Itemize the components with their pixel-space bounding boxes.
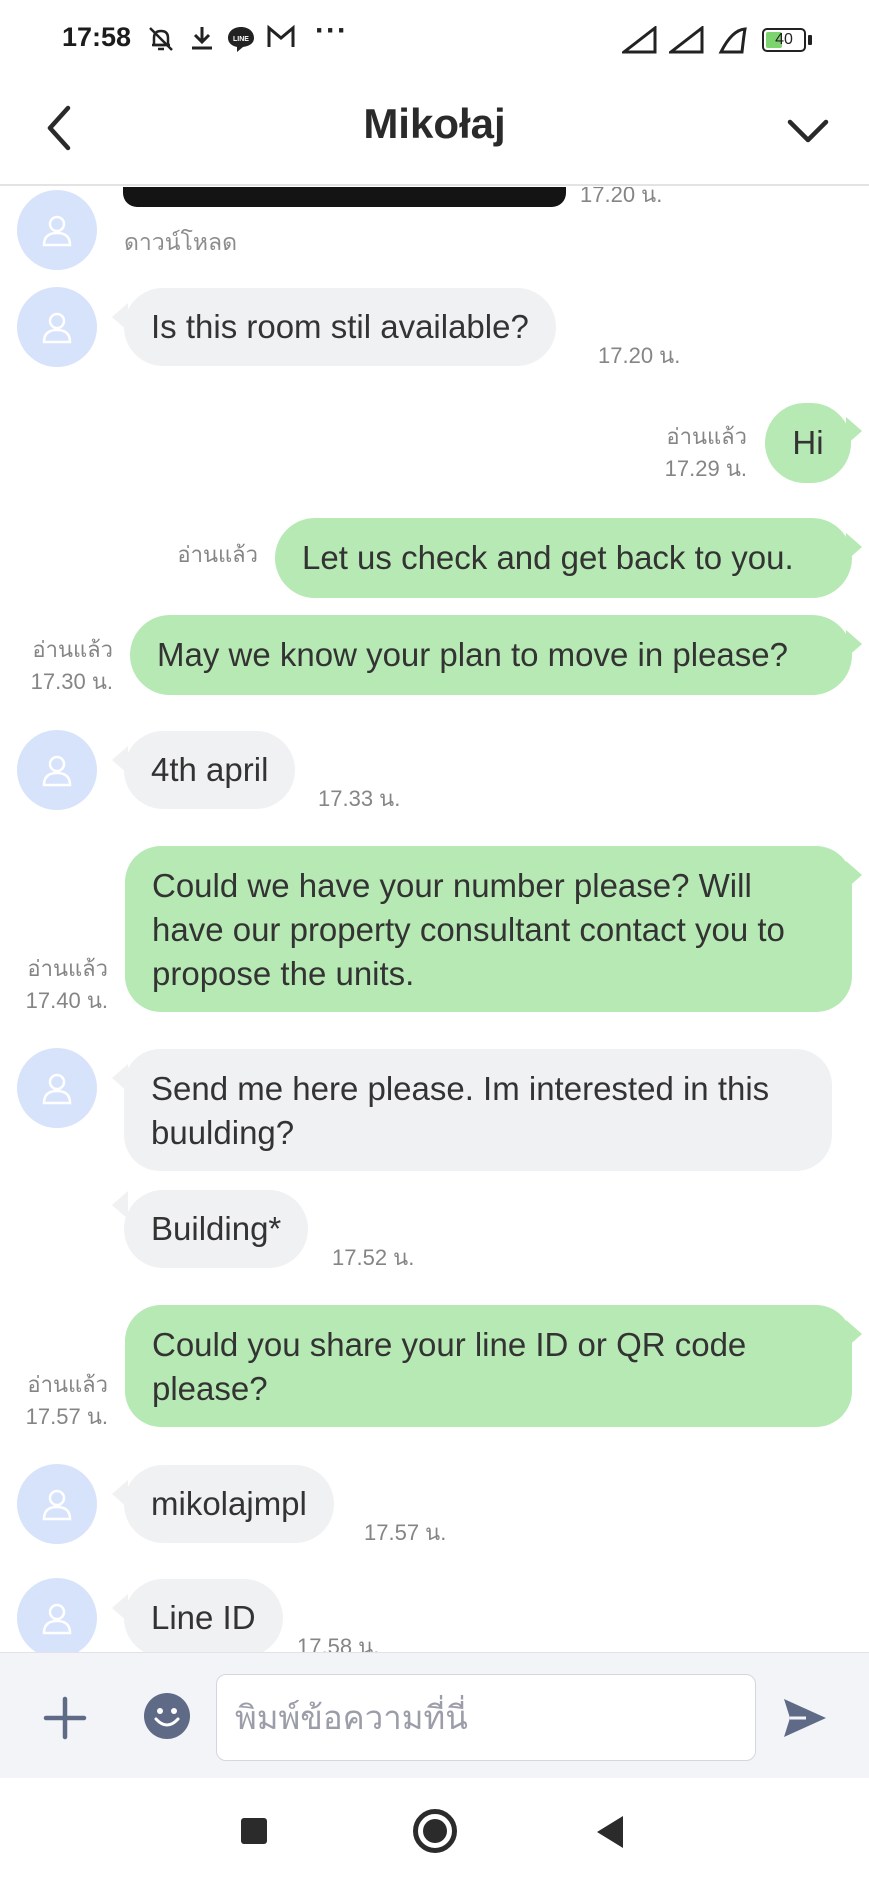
message-time: 17.57 น.: [364, 1520, 447, 1545]
system-nav-bar: [0, 1778, 869, 1883]
message-time: 17.58 น.: [297, 1634, 380, 1652]
message-time: 17.40 น.: [25, 988, 108, 1013]
gmail-icon: [267, 24, 295, 47]
message-time: 17.33 น.: [318, 786, 401, 811]
home-circle-icon[interactable]: [413, 1809, 457, 1853]
battery-level: 40: [775, 31, 793, 48]
avatar[interactable]: [17, 1464, 97, 1544]
user-icon: [42, 215, 72, 247]
message-time: 17.30 น.: [30, 669, 113, 694]
svg-text:LINE: LINE: [233, 36, 249, 43]
bubble-tail: [846, 1320, 862, 1348]
chat-messages[interactable]: 17.20 น. ดาวน์โหลด Is this room stil ava…: [0, 187, 869, 1652]
incoming-message[interactable]: Building*: [124, 1190, 309, 1268]
contact-name: Mikołaj: [363, 100, 506, 147]
bell-off-icon: [149, 27, 173, 51]
avatar[interactable]: [17, 730, 97, 810]
user-icon: [42, 312, 72, 344]
more-notifications-icon: ···: [315, 14, 348, 47]
user-icon: [42, 1073, 72, 1105]
read-receipt: อ่านแล้ว: [32, 637, 113, 662]
incoming-message[interactable]: Is this room stil available?: [124, 288, 556, 366]
chevron-down-icon[interactable]: [780, 106, 836, 156]
message-time: 17.57 น.: [25, 1404, 108, 1429]
download-link[interactable]: ดาวน์โหลด: [124, 225, 237, 261]
send-icon[interactable]: [780, 1695, 830, 1741]
download-icon: [192, 27, 212, 50]
incoming-message[interactable]: Line ID: [124, 1579, 283, 1652]
battery-tip: [808, 35, 812, 45]
signal-1-icon: [622, 26, 657, 54]
read-receipt: อ่านแล้ว: [177, 542, 258, 567]
message-time: 17.20 น.: [580, 187, 663, 207]
plus-icon[interactable]: [40, 1693, 90, 1743]
outgoing-message[interactable]: Could we have your number please? Will h…: [125, 846, 852, 1012]
emoji-face-icon: [154, 1708, 180, 1727]
status-time: 17:58: [62, 22, 132, 52]
battery-icon: 40: [762, 28, 806, 52]
user-icon: [42, 1489, 72, 1521]
outgoing-message[interactable]: May we know your plan to move in please?: [130, 615, 852, 695]
message-time: 17.20 น.: [598, 343, 681, 368]
message-input[interactable]: [216, 1674, 756, 1761]
incoming-message[interactable]: 4th april: [124, 731, 296, 809]
user-icon: [42, 755, 72, 787]
line-icon: LINE: [228, 27, 254, 52]
read-receipt: อ่านแล้ว: [27, 1372, 108, 1397]
incoming-message[interactable]: mikolajmpl: [124, 1465, 334, 1543]
square-icon[interactable]: [241, 1818, 267, 1844]
avatar[interactable]: [17, 1578, 97, 1652]
avatar[interactable]: [17, 1048, 97, 1128]
bubble-tail: [846, 533, 862, 561]
incoming-message[interactable]: Send me here please. Im interested in th…: [124, 1049, 832, 1171]
message-time: 17.52 น.: [332, 1245, 415, 1270]
bubble-tail: [846, 861, 862, 889]
message-time: 17.29 น.: [664, 456, 747, 481]
message-input-bar: [0, 1652, 869, 1778]
read-receipt: อ่านแล้ว: [27, 956, 108, 981]
outgoing-message[interactable]: Let us check and get back to you.: [275, 518, 852, 598]
bubble-tail: [846, 417, 862, 445]
avatar[interactable]: [17, 190, 97, 270]
read-receipt: อ่านแล้ว: [666, 424, 747, 449]
emoji-icon[interactable]: [144, 1693, 190, 1739]
shared-image[interactable]: [123, 187, 566, 207]
outgoing-message[interactable]: Could you share your line ID or QR code …: [125, 1305, 852, 1427]
outgoing-message[interactable]: Hi: [765, 403, 851, 483]
wifi-icon: [718, 27, 747, 54]
bubble-tail: [846, 630, 862, 658]
status-bar: 17:58 LINE ··· 40: [0, 0, 869, 78]
avatar[interactable]: [17, 287, 97, 367]
user-icon: [42, 1603, 72, 1635]
signal-2-icon: [669, 26, 704, 54]
chat-header: Mikołaj: [0, 78, 869, 186]
triangle-back-icon[interactable]: [597, 1816, 623, 1848]
